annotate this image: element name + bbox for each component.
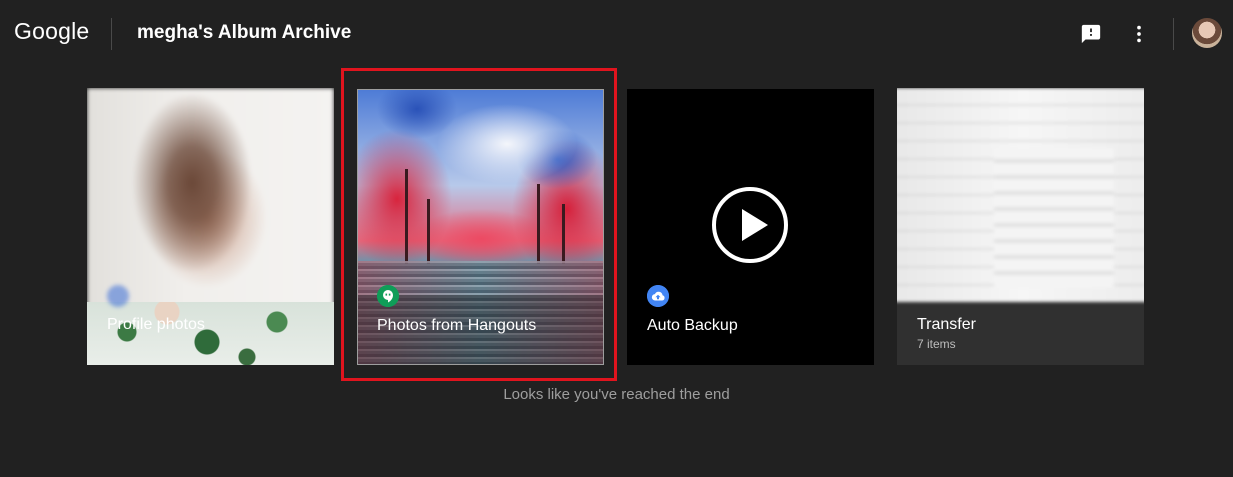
album-card-frame [357,89,604,365]
album-title: Profile photos [107,316,205,333]
top-bar: Google megha's Album Archive [0,0,1233,66]
header-divider [111,18,112,50]
album-item-count: 7 items [917,337,956,351]
play-icon [712,187,788,263]
album-badge-icon [107,285,129,307]
cloud-upload-icon [647,285,669,307]
account-avatar[interactable] [1192,18,1222,48]
album-title: Auto Backup [647,317,738,334]
album-cover-image [897,88,1144,302]
album-card-profile-photos[interactable]: Profile photos [87,88,334,365]
feedback-icon[interactable] [1080,23,1102,45]
album-title: Transfer [917,316,976,333]
album-card-transfer[interactable]: Transfer 7 items [897,88,1144,365]
header-divider [1173,18,1174,50]
page-title: megha's Album Archive [137,22,352,43]
album-card-auto-backup[interactable]: Auto Backup [627,89,874,365]
end-of-list-message: Looks like you've reached the end [503,386,730,403]
more-vert-icon[interactable] [1128,23,1150,45]
album-card-photos-from-hangouts[interactable]: Photos from Hangouts [357,89,604,365]
google-logo[interactable]: Google [14,18,89,45]
